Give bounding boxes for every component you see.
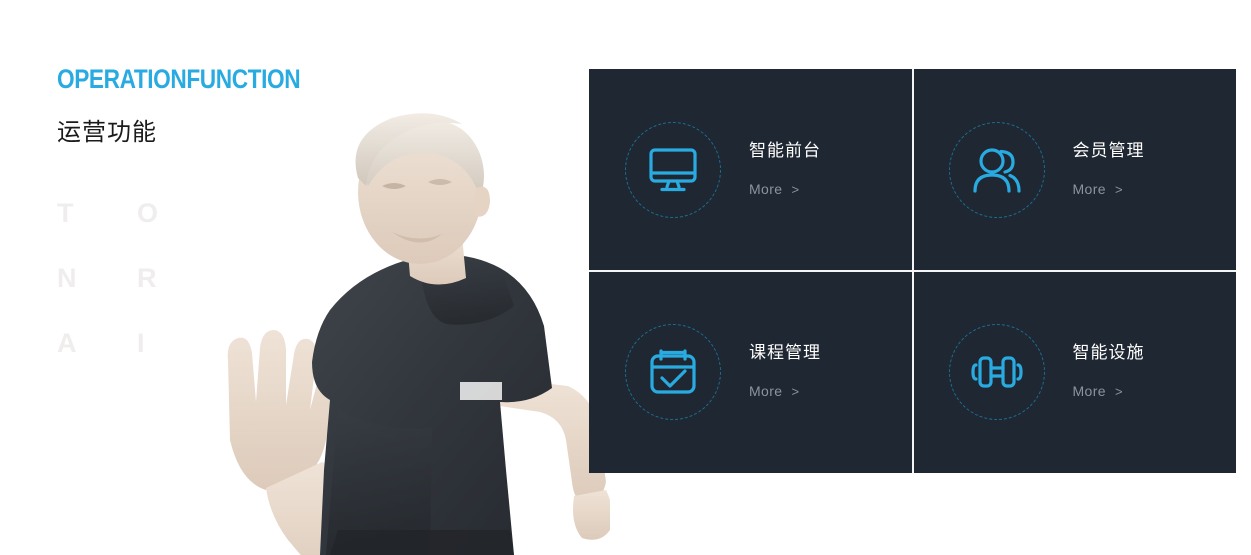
icon-ring: [625, 122, 721, 218]
card-label: 课程管理: [749, 342, 821, 362]
card-label: 智能设施: [1072, 342, 1145, 362]
calendar-check-icon: [648, 348, 698, 396]
users-icon: [972, 147, 1022, 193]
monitor-icon: [647, 146, 699, 194]
icon-ring: [948, 324, 1045, 420]
watermark-letter: A: [57, 328, 77, 358]
chevron-right-icon: >: [1115, 181, 1123, 197]
more-label: More: [749, 181, 783, 198]
operation-function-panel: 智能前台 More > 会员管理 More > 课程管理 More > 智能设施…: [589, 69, 1236, 473]
watermark-letter: N: [57, 263, 77, 293]
icon-ring: [625, 324, 721, 420]
card-course-management[interactable]: 课程管理 More >: [589, 271, 913, 473]
watermark-letter: T: [57, 198, 74, 228]
card-text: 智能前台 More >: [749, 141, 821, 199]
card-smart-reception[interactable]: 智能前台 More >: [589, 69, 913, 271]
dumbbell-icon: [970, 351, 1024, 393]
more-label: More: [1072, 383, 1106, 400]
chevron-right-icon: >: [1115, 383, 1123, 399]
more-label: More: [749, 383, 783, 400]
card-text: 智能设施 More >: [1073, 343, 1145, 401]
more-label: More: [1072, 181, 1106, 198]
more-link[interactable]: More >: [749, 383, 799, 399]
chevron-right-icon: >: [791, 383, 800, 399]
section-eyebrow: OPERATIONFUNCTION: [57, 64, 301, 94]
icon-ring: [948, 122, 1045, 218]
card-label: 智能前台: [749, 140, 821, 160]
page-root: T O N R A I OPERATIONFUNCTION 运营功能 智能前台 …: [0, 0, 1251, 555]
more-link[interactable]: More >: [749, 181, 799, 197]
chevron-right-icon: >: [791, 181, 800, 197]
card-label: 会员管理: [1072, 140, 1145, 160]
running-athlete-photo: [170, 110, 610, 555]
more-link[interactable]: More >: [1073, 383, 1123, 399]
card-member-management[interactable]: 会员管理 More >: [913, 69, 1237, 271]
more-link[interactable]: More >: [1073, 181, 1123, 197]
card-text: 会员管理 More >: [1073, 141, 1145, 199]
card-smart-facility[interactable]: 智能设施 More >: [913, 271, 1237, 473]
card-text: 课程管理 More >: [749, 343, 821, 401]
